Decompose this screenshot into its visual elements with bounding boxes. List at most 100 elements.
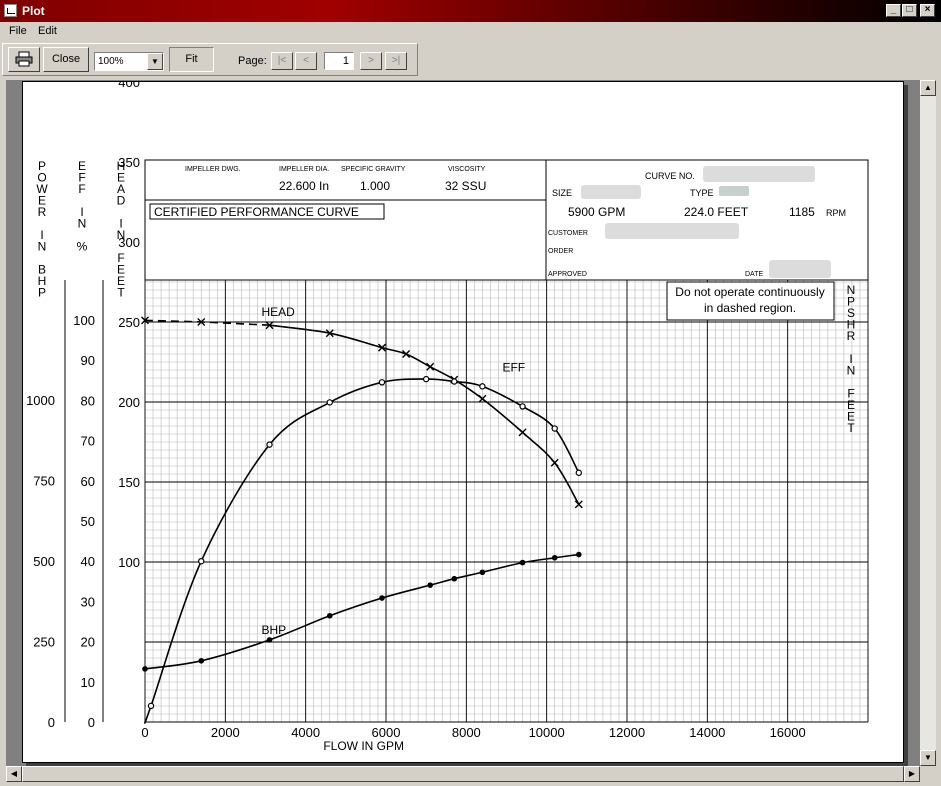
head-value: 224.0 FEET: [684, 205, 749, 219]
head-point: [426, 362, 435, 371]
close-button[interactable]: Close: [43, 47, 89, 72]
rpm-value: 1185: [789, 205, 815, 219]
approved-label: APPROVED: [548, 271, 587, 278]
head-axis-title-char: D: [117, 194, 126, 208]
power-tick-label: 750: [33, 474, 55, 489]
maximize-button[interactable]: □: [902, 4, 917, 17]
bhp-point: [198, 658, 205, 664]
head-tick-label: 250: [118, 315, 140, 330]
order-label: ORDER: [548, 248, 573, 255]
eff-axis-title-char: %: [77, 240, 88, 254]
app-icon: [4, 4, 17, 17]
customer-label: CUSTOMER: [548, 230, 588, 237]
head-tick-label: 200: [118, 395, 140, 410]
scroll-down-icon[interactable]: ▼: [920, 750, 936, 766]
impeller-dia-value: 22.600 In: [279, 179, 329, 193]
head-tick-label: 100: [118, 555, 140, 570]
size-redacted: [581, 185, 641, 199]
scroll-left-icon[interactable]: ◀: [6, 766, 22, 782]
eff-tick-label: 20: [81, 635, 95, 650]
window-title: Plot: [22, 4, 45, 18]
eff-point: [266, 441, 273, 448]
eff-tick-label: 90: [81, 353, 95, 368]
menu-edit[interactable]: Edit: [38, 25, 57, 37]
bhp-point: [576, 551, 582, 558]
scroll-up-icon[interactable]: ▲: [920, 80, 936, 96]
power-tick-label: 500: [33, 554, 55, 569]
curve-no-redacted: [703, 166, 815, 182]
eff-tick-label: 30: [81, 594, 95, 609]
date-redacted: [769, 260, 831, 278]
rpm-label: RPM: [826, 208, 846, 218]
type-label: TYPE: [690, 188, 714, 198]
size-label: SIZE: [552, 188, 572, 198]
last-page-button[interactable]: >|: [385, 52, 407, 70]
scroll-right-icon[interactable]: ▶: [904, 766, 920, 782]
bhp-point: [551, 554, 558, 561]
type-redacted: [719, 186, 749, 196]
certified-title: CERTIFIED PERFORMANCE CURVE: [154, 205, 359, 219]
eff-axis-title-char: N: [78, 217, 87, 231]
eff-point: [551, 425, 558, 432]
head-tick-label: 400: [118, 82, 140, 90]
head-tick-label: 300: [118, 235, 140, 250]
print-button[interactable]: [8, 47, 40, 72]
eff-point: [422, 375, 430, 383]
eff-point: [198, 558, 205, 565]
horizontal-scroll-thumb[interactable]: [22, 766, 904, 782]
first-page-button[interactable]: |<: [271, 52, 293, 70]
eff-tick-label: 40: [81, 554, 95, 569]
head-label: HEAD: [261, 305, 295, 319]
eff-tick-label: 0: [88, 715, 95, 730]
close-window-button[interactable]: ×: [920, 4, 935, 17]
power-axis-title-char: P: [38, 286, 46, 300]
horizontal-scrollbar[interactable]: ◀ ▶: [6, 766, 920, 782]
eff-tick-label: 50: [81, 514, 95, 529]
flow-tick-label: 14000: [689, 725, 725, 740]
flow-tick-label: 12000: [609, 725, 645, 740]
power-tick-label: 250: [33, 635, 55, 650]
eff-label: EFF: [502, 361, 525, 375]
page-input[interactable]: 1: [324, 52, 354, 70]
vertical-scrollbar[interactable]: ▲ ▼: [920, 80, 936, 766]
note-line-1: Do not operate continuously: [675, 285, 824, 299]
chevron-down-icon[interactable]: ▼: [147, 53, 163, 70]
note-line-2: in dashed region.: [704, 301, 796, 315]
minimize-button[interactable]: _: [886, 4, 901, 17]
bhp-point: [479, 569, 486, 576]
flow-tick-label: 16000: [770, 725, 806, 740]
eff-point: [451, 378, 458, 385]
eff-point: [147, 702, 155, 710]
flow-tick-label: 4000: [291, 725, 320, 740]
specific-gravity-label: SPECIFIC GRAVITY: [341, 166, 406, 173]
impeller-dia-label: IMPELLER DIA.: [279, 166, 329, 173]
power-tick-label: 1000: [26, 393, 55, 408]
eff-axis-title-char: F: [78, 182, 85, 196]
paper-page: IMPELLER DWG. IMPELLER DIA. SPECIFIC GRAVI…: [22, 75, 904, 763]
eff-tick-label: 80: [81, 393, 95, 408]
bhp-point: [427, 582, 433, 588]
zoom-value: 100%: [98, 56, 124, 67]
bhp-point: [142, 666, 148, 672]
npshr-axis-title-char: R: [847, 329, 856, 343]
printer-icon: [15, 51, 33, 67]
fit-button[interactable]: Fit: [169, 47, 214, 72]
date-label: DATE: [745, 271, 763, 278]
power-axis-title-char: N: [38, 240, 47, 254]
flow-tick-label: 10000: [529, 725, 565, 740]
npshr-axis-title-char: T: [847, 421, 855, 435]
next-page-button[interactable]: >: [360, 52, 382, 70]
eff-tick-label: 100: [73, 313, 95, 328]
prev-page-button[interactable]: <: [295, 52, 317, 70]
eff-tick-label: 10: [81, 675, 95, 690]
power-axis-title-char: R: [38, 205, 47, 219]
eff-point: [519, 403, 526, 410]
zoom-select[interactable]: 100% ▼: [94, 52, 164, 71]
flow-tick-label: 6000: [372, 725, 401, 740]
menu-file[interactable]: File: [9, 25, 27, 37]
flow-tick-label: 2000: [211, 725, 240, 740]
head-axis-title-char: T: [117, 286, 125, 300]
curve-no-label: CURVE NO.: [645, 171, 695, 181]
flow-tick-label: 0: [141, 725, 148, 740]
flow-value: 5900 GPM: [568, 205, 625, 219]
